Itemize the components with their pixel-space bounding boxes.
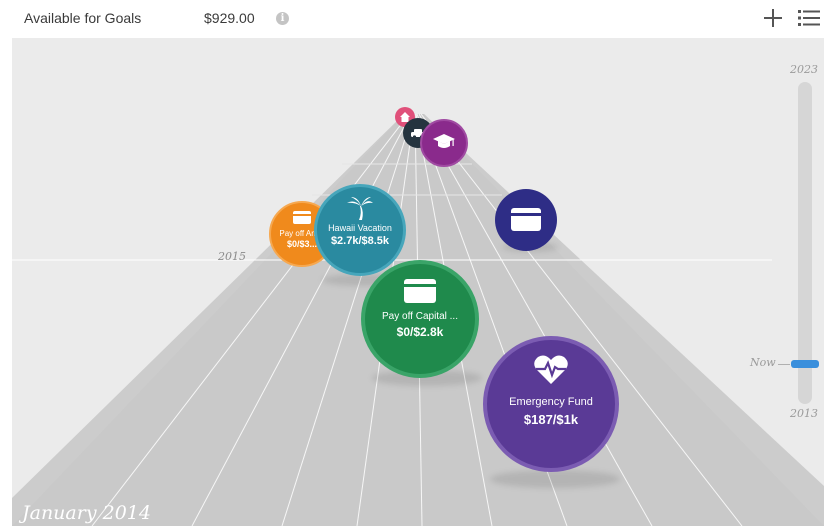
timeline-end-year: 2023 <box>790 63 818 76</box>
timeline-slider-handle[interactable] <box>791 360 819 368</box>
credit-card-icon <box>404 279 436 303</box>
year-marker-2015: 2015 <box>218 250 246 263</box>
goal-bubble-credit-card[interactable] <box>495 189 557 251</box>
palm-tree-icon <box>347 197 373 220</box>
current-month-label: January 2014 <box>22 502 151 524</box>
goal-amount: $187/$1k <box>523 412 579 427</box>
heart-pulse-icon <box>534 355 568 384</box>
goal-amount: $2.7k/$8.5k <box>330 235 390 247</box>
goal-bubble-emergency-fund[interactable]: Emergency Fund $187/$1k <box>483 336 619 472</box>
goal-name: Emergency Fund <box>509 396 593 408</box>
goal-bubble-hawaii-vacation[interactable]: Hawaii Vacation $2.7k/$8.5k <box>314 184 406 276</box>
goal-amount: $0/$2.8k <box>396 325 444 339</box>
info-icon[interactable]: i <box>276 12 289 25</box>
list-icon[interactable] <box>798 9 820 27</box>
goal-name: Hawaii Vacation <box>328 223 392 233</box>
goal-shadow <box>490 470 620 488</box>
timeline-slider-track[interactable] <box>798 82 812 404</box>
graduation-cap-icon <box>433 134 455 148</box>
goal-name: Pay off Capital ... <box>382 311 458 322</box>
header-bar: Available for Goals $929.00 i <box>0 0 835 38</box>
credit-card-icon <box>511 208 541 231</box>
available-for-goals-label: Available for Goals <box>24 10 142 26</box>
plus-icon[interactable] <box>763 6 783 30</box>
goal-bubble-education[interactable] <box>420 119 468 167</box>
goal-bubble-pay-off-capital[interactable]: Pay off Capital ... $0/$2.8k <box>361 260 479 378</box>
timeline-now-tick <box>778 364 790 365</box>
timeline-start-year: 2013 <box>790 407 818 420</box>
available-amount: $929.00 <box>204 10 255 26</box>
credit-card-icon <box>293 211 311 224</box>
timeline-now-label: Now <box>750 356 776 369</box>
goals-timeline-scene: 2015 Pay off Am... $0/$3... Hawaii Vacat… <box>12 38 824 526</box>
